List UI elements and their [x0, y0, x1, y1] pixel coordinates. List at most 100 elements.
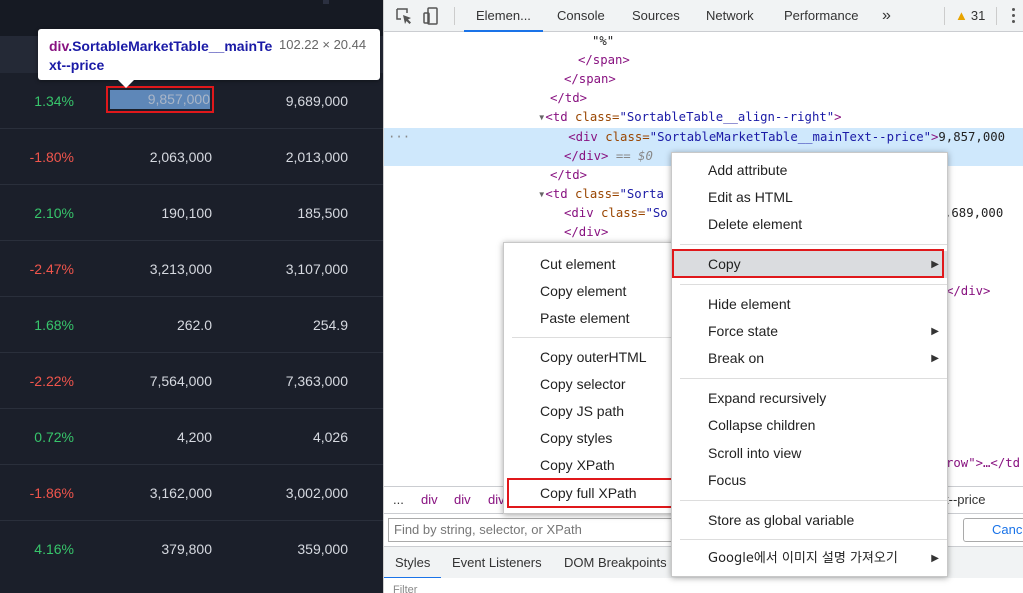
prev-price-cell: 3,002,000	[285, 485, 348, 501]
device-toolbar-icon[interactable]	[422, 6, 442, 26]
warnings-counter[interactable]: ▲ 31	[955, 0, 985, 32]
price-cell: 3,162,000	[149, 485, 212, 501]
menu-item-store-as-global-variable[interactable]: Store as global variable	[672, 507, 947, 534]
tab-network[interactable]: Network	[706, 0, 754, 32]
price-cell: 7,564,000	[149, 373, 212, 389]
dom-line[interactable]: "%"	[384, 32, 1023, 51]
table-row[interactable]: 1.68% 262.0 254.9	[0, 297, 383, 353]
cancel-button[interactable]: Cance	[963, 518, 1023, 542]
tooltip-class: .SortableMarketTable__mainText--price	[49, 38, 273, 73]
price-cell: 379,800	[161, 541, 212, 557]
breadcrumb-item[interactable]: div	[454, 487, 471, 513]
menu-item-edit-as-html[interactable]: Edit as HTML	[672, 184, 947, 211]
menu-item-break-on[interactable]: Break on ▶	[672, 345, 947, 372]
change-cell: -1.86%	[29, 485, 74, 501]
change-cell: 0.72%	[34, 429, 74, 445]
menu-separator	[512, 337, 674, 338]
breadcrumb-more[interactable]: ...	[393, 487, 404, 513]
menu-item-copy-styles[interactable]: Copy styles	[504, 425, 674, 452]
inspect-element-icon[interactable]	[394, 6, 414, 26]
menu-item-scroll-into-view[interactable]: Scroll into view	[672, 440, 947, 467]
menu-item-copy-js-path[interactable]: Copy JS path	[504, 398, 674, 425]
price-cell: 4,200	[176, 429, 212, 445]
prev-price-cell: 2,013,000	[285, 149, 348, 165]
menu-item-copy-xpath[interactable]: Copy XPath	[504, 452, 674, 479]
menu-item-cut-element[interactable]: Cut element	[504, 251, 674, 278]
table-row[interactable]: -2.47% 3,213,000 3,107,000	[0, 241, 383, 297]
change-cell: 4.16%	[34, 541, 74, 557]
price-cell: 3,213,000	[149, 261, 212, 277]
tab-elements[interactable]: Elemen...	[464, 0, 543, 32]
change-cell: -2.22%	[29, 373, 74, 389]
prev-price-cell: 359,000	[297, 541, 348, 557]
inspected-price-highlight[interactable]: 9,857,000	[106, 86, 214, 113]
dom-line-fragment: </div>	[946, 284, 991, 298]
more-options-icon[interactable]	[1012, 8, 1016, 26]
tab-styles[interactable]: Styles	[384, 547, 442, 579]
menu-item-expand-recursively[interactable]: Expand recursively	[672, 385, 947, 412]
menu-item-add-attribute[interactable]: Add attribute	[672, 157, 947, 184]
tooltip-arrow	[118, 80, 134, 88]
menu-item-collapse-children[interactable]: Collapse children	[672, 412, 947, 439]
market-table: 1.34% 9,689,000 -1.80% 2,063,000 2,013,0…	[0, 0, 383, 593]
menu-item-delete-element[interactable]: Delete element	[672, 211, 947, 238]
price-cell: 2,063,000	[149, 149, 212, 165]
menu-separator	[680, 500, 947, 501]
prev-price-cell: 254.9	[312, 317, 348, 333]
menu-item-copy-element[interactable]: Copy element	[504, 278, 674, 305]
find-input[interactable]: Find by string, selector, or XPath	[388, 518, 708, 542]
dom-line[interactable]: ▾<td class="SortableTable__align--right"…	[384, 108, 1023, 127]
toolbar-divider	[944, 7, 945, 25]
change-cell: 1.68%	[34, 317, 74, 333]
copy-item-highlight-box	[672, 249, 944, 278]
warning-icon: ▲	[955, 8, 968, 23]
toolbar-divider	[454, 7, 455, 25]
table-row[interactable]: -2.22% 7,564,000 7,363,000	[0, 353, 383, 409]
menu-separator	[680, 539, 947, 540]
breadcrumb-item[interactable]: div	[421, 487, 438, 513]
copy-full-xpath-highlight-box	[507, 478, 675, 508]
menu-separator	[680, 244, 947, 245]
more-tabs-button[interactable]: »	[882, 0, 891, 32]
dom-line[interactable]: </td>	[384, 89, 1023, 108]
menu-item-hide-element[interactable]: Hide element	[672, 291, 947, 318]
prev-price-cell: 3,107,000	[285, 261, 348, 277]
dom-line[interactable]: </span>	[384, 70, 1023, 89]
prev-price-cell: 185,500	[297, 205, 348, 221]
menu-item-copy-selector[interactable]: Copy selector	[504, 371, 674, 398]
tab-event-listeners[interactable]: Event Listeners	[452, 547, 542, 579]
change-cell: 1.34%	[34, 93, 74, 109]
change-cell: 2.10%	[34, 205, 74, 221]
table-row[interactable]: 0.72% 4,200 4,026	[0, 409, 383, 465]
dom-line[interactable]: </span>	[384, 51, 1023, 70]
tooltip-tag: div	[49, 38, 69, 54]
copy-submenu: Cut element Copy element Paste element C…	[503, 242, 675, 514]
prev-price-cell: 9,689,000	[285, 93, 348, 109]
breadcrumb-item[interactable]: t--price	[945, 487, 985, 513]
menu-item-paste-element[interactable]: Paste element	[504, 305, 674, 332]
submenu-arrow-icon: ▶	[931, 353, 939, 364]
prev-price-cell: 7,363,000	[285, 373, 348, 389]
filter-input[interactable]: Filter	[393, 585, 417, 593]
ellipsis-icon[interactable]: ···	[388, 130, 410, 144]
table-row[interactable]: -1.80% 2,063,000 2,013,000	[0, 129, 383, 185]
menu-item-force-state[interactable]: Force state ▶	[672, 318, 947, 345]
table-row[interactable]: 4.16% 379,800 359,000	[0, 521, 383, 577]
dom-line-fragment: ,689,000	[944, 206, 1004, 220]
tab-dom-breakpoints[interactable]: DOM Breakpoints	[564, 547, 667, 579]
styles-filter-row[interactable]: Filter	[384, 578, 1023, 593]
context-menu: Add attribute Edit as HTML Delete elemen…	[671, 152, 948, 577]
tab-console[interactable]: Console	[557, 0, 605, 32]
menu-item-copy-outerhtml[interactable]: Copy outerHTML	[504, 344, 674, 371]
menu-item-focus[interactable]: Focus	[672, 467, 947, 494]
table-row[interactable]: 2.10% 190,100 185,500	[0, 185, 383, 241]
tab-sources[interactable]: Sources	[632, 0, 680, 32]
table-row[interactable]: -1.86% 3,162,000 3,002,000	[0, 465, 383, 521]
dom-line-fragment: row">…</td	[946, 456, 1021, 470]
tooltip-dimensions: 102.22 × 20.44	[279, 37, 367, 52]
selected-dom-line[interactable]: ··· <div class="SortableMarketTable__main…	[384, 128, 1023, 147]
price-cell: 190,100	[161, 205, 212, 221]
tab-performance[interactable]: Performance	[784, 0, 858, 32]
menu-item-google-image-description[interactable]: Google에서 이미지 설명 가져오기 ▶	[672, 545, 947, 572]
submenu-arrow-icon: ▶	[931, 326, 939, 337]
